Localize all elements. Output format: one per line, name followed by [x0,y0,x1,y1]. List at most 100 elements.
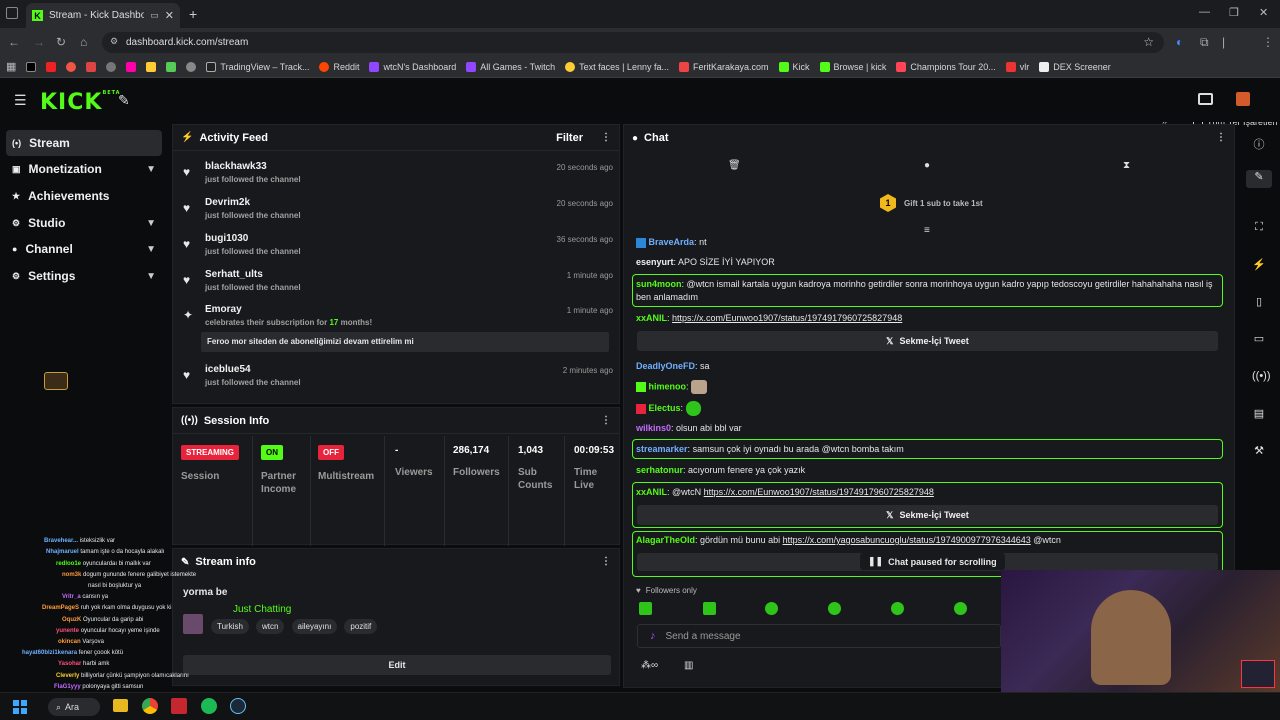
more-options-icon[interactable]: ⋮ [601,556,611,567]
bookmark-x-icon[interactable] [26,61,37,72]
inline-tweet-button[interactable]: 𝕏 Sekme-İçi Tweet [637,331,1218,351]
partner-on-badge[interactable]: ON [261,445,283,460]
bookmark-gmail-icon[interactable] [86,61,97,72]
more-options-icon[interactable]: ⋮ [601,415,611,426]
feed-username[interactable]: iceblue54 [205,364,251,375]
emote-icon[interactable] [891,602,904,615]
bookmark-browse-kick[interactable]: Browse | kick [819,61,886,72]
chat-mode-icon[interactable]: ● [924,160,930,171]
extension-translate-icon[interactable]: ◐ [1176,35,1183,49]
bookmark-champions-tour[interactable]: Champions Tour 20... [896,61,996,72]
windows-start-icon[interactable] [13,700,27,714]
multistream-off-badge[interactable]: OFF [318,445,344,460]
chat-username[interactable]: streamarker [636,444,688,454]
chat-username[interactable]: sun4moon [636,279,682,289]
tab-actions-icon[interactable] [6,7,18,19]
bookmark-tradingview[interactable]: TradingView – Track... [206,61,309,72]
filter-button[interactable]: Filter [556,132,583,144]
chat-link[interactable]: https://x.com/Eunwoo1907/status/19749179… [704,487,934,497]
bookmark-youtube-icon[interactable] [46,61,57,72]
sidebar-item-stream[interactable]: (•) Stream [6,130,162,156]
printer-icon[interactable]: ▤ [1252,407,1266,420]
bookmark-leaf-icon[interactable] [166,61,177,72]
bookmark-vlr[interactable]: vlr [1005,61,1029,72]
points-icon[interactable]: ⁂∞ [641,660,658,671]
feed-username[interactable]: blackhawk33 [205,161,267,172]
bookmark-all-games-twitch[interactable]: All Games - Twitch [466,61,555,72]
bookmark-site-icon[interactable] [66,61,77,72]
edit-stream-button[interactable]: Edit [183,655,611,675]
bookmark-reddit[interactable]: Reddit [319,61,359,72]
home-icon[interactable]: ⌂ [80,35,87,49]
spotify-icon[interactable] [201,698,217,714]
bookmark-dex-screener[interactable]: DEX Screener [1039,61,1111,72]
more-options-icon[interactable]: ⋮ [1216,132,1226,143]
chat-username[interactable]: xxANIL [636,313,667,323]
lightning-icon[interactable]: ⚡ [1252,258,1266,271]
emote-icon[interactable] [703,602,716,615]
bookmark-kick[interactable]: Kick [778,61,810,72]
stream-category[interactable]: Just Chatting [233,604,291,615]
chat-username[interactable]: serhatonur [636,465,683,475]
chrome-icon[interactable] [142,698,158,714]
forward-icon[interactable]: → [33,35,45,49]
bookmark-y-icon[interactable] [126,61,137,72]
emote-icon[interactable] [639,602,652,615]
pen-tool-icon[interactable]: ✎ [118,92,130,109]
chat-paused-button[interactable]: ❚❚ Chat paused for scrolling [860,553,1005,570]
more-options-icon[interactable]: ⋮ [601,132,611,143]
sidebar-item-channel[interactable]: ● Channel ▼ [6,236,162,262]
url-input[interactable]: ⚙ dashboard.kick.com/stream ☆ [102,32,1164,53]
chat-username[interactable]: xxANIL [636,487,667,497]
feed-username[interactable]: bugi1030 [205,233,248,244]
bookmark-world-icon[interactable] [186,61,197,72]
chat-username[interactable]: Electus [649,403,681,413]
document-icon[interactable]: ▯ [1252,295,1266,308]
info-icon[interactable]: ⓘ [1252,136,1266,152]
extensions-icon[interactable]: ⧉ [1200,35,1209,50]
kick-logo[interactable]: KICKBETA [40,90,121,115]
feed-username[interactable]: Serhatt_ults [205,269,263,280]
wrench-icon[interactable]: ⚒ [1252,444,1266,457]
apps-grid-icon[interactable]: ▦ [6,60,16,73]
sidebar-item-monetization[interactable]: ▣ Monetization ▼ [6,156,162,182]
app-icon[interactable] [171,698,187,714]
chat-username[interactable]: himenoo [649,381,687,391]
chat-message-input[interactable]: ♪ Send a message [637,624,1001,648]
chat-icon[interactable]: ▭ [1252,332,1266,345]
bookmark-text-faces[interactable]: Text faces | Lenny fa... [565,61,669,72]
edit-pen-icon[interactable]: ✎ [1246,170,1272,188]
file-explorer-icon[interactable] [113,699,128,712]
steam-icon[interactable] [230,698,246,714]
taskbar-search[interactable]: ⌕ Ara [48,698,100,716]
bookmark-globe-icon[interactable] [106,61,117,72]
chat-link[interactable]: https://x.com/yagosabuncuoglu/status/197… [783,535,1031,545]
bookmark-star-icon[interactable]: ☆ [1143,35,1154,49]
maximize-icon[interactable]: ❐ [1229,6,1239,19]
browser-menu-icon[interactable]: ⋮ [1262,35,1274,49]
emote-icon[interactable] [765,602,778,615]
chat-username[interactable]: wilkins0 [636,423,671,433]
feed-username[interactable]: Devrim2k [205,197,250,208]
fullscreen-icon[interactable]: ⛶ [1252,221,1266,234]
browser-tab-active[interactable]: K Stream - Kick Dashboard ▭ ✕ [26,3,180,28]
slow-mode-hourglass-icon[interactable]: ⧗ [1123,160,1130,171]
bookmark-g-icon[interactable] [146,61,157,72]
minimize-icon[interactable]: — [1199,6,1210,18]
window-close-icon[interactable]: ✕ [1259,6,1268,19]
reload-icon[interactable]: ↻ [56,35,66,49]
tab-mute-icon[interactable]: ▭ [150,10,159,21]
sidebar-item-achievements[interactable]: ★ Achievements [6,183,162,209]
pinned-menu-icon[interactable]: ≡ [924,225,930,236]
chat-username[interactable]: AlagarTheOld [636,535,695,545]
bookmark-feritkarakaya[interactable]: FeritKarakaya.com [678,61,769,72]
back-icon[interactable]: ← [8,35,20,49]
chat-username[interactable]: DeadlyOneFD [636,361,695,371]
feed-username[interactable]: Emoray [205,304,242,315]
tab-close-icon[interactable]: ✕ [165,9,174,22]
inline-tweet-button[interactable]: 𝕏 Sekme-İçi Tweet [637,505,1218,525]
gift-leaderboard[interactable]: 1 Gift 1 sub to take 1st [880,194,983,212]
chat-link[interactable]: https://x.com/Eunwoo1907/status/19749179… [672,313,902,323]
chat-username[interactable]: esenyurt [636,257,674,267]
bookmark-wtcn-dashboard[interactable]: wtcN's Dashboard [369,61,456,72]
